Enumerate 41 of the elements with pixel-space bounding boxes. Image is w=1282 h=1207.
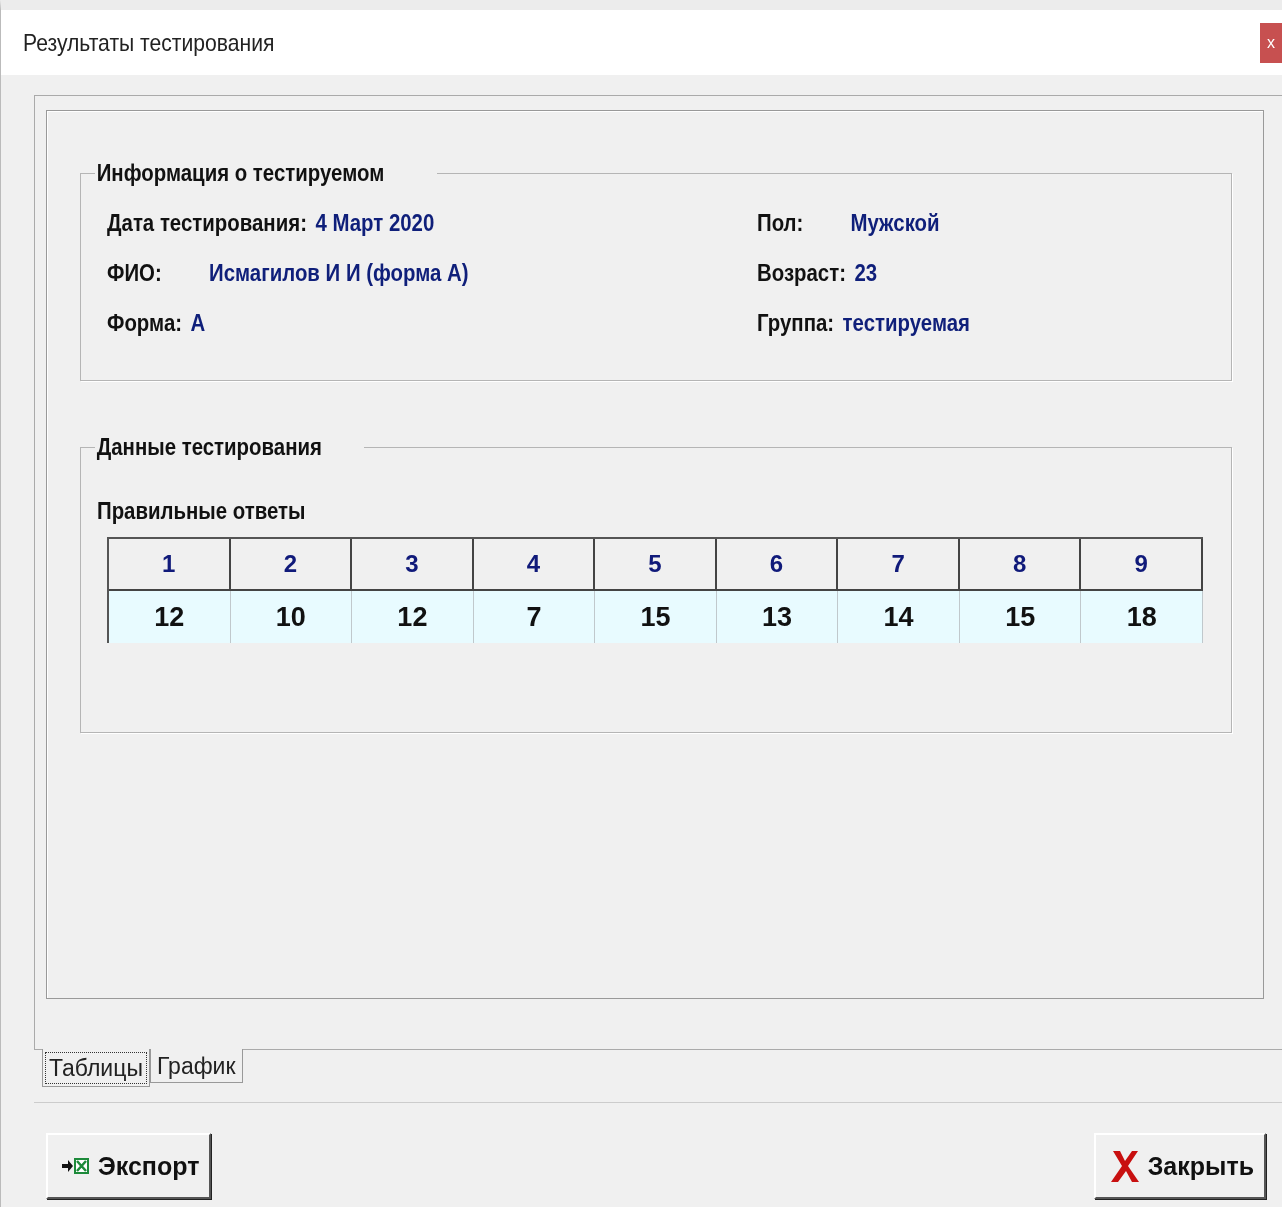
close-button[interactable]: Закрыть (1093, 1133, 1266, 1199)
group-title: Данные тестирования (95, 433, 323, 461)
field-value: А (190, 309, 206, 337)
table-cell: 12 (352, 591, 474, 643)
table-cell: 14 (838, 591, 960, 643)
table-cell: 10 (230, 591, 353, 643)
field-value: Исмагилов И И (форма А) (209, 259, 469, 287)
table-title: Правильные ответы (97, 497, 307, 525)
table-cell: 18 (1081, 591, 1203, 643)
column-header: 8 (959, 539, 1082, 591)
table-cell: 12 (109, 591, 231, 643)
field-label: ФИО: (107, 259, 163, 287)
column-header: 1 (109, 539, 231, 591)
tab[interactable]: Таблицы (42, 1049, 150, 1087)
field-label: Возраст: (757, 259, 846, 287)
window-title: Результаты тестирования (23, 28, 275, 57)
field-label: Группа: (757, 309, 835, 337)
column-header: 4 (473, 539, 596, 591)
column-header: 9 (1081, 539, 1203, 591)
table-cell: 15 (959, 591, 1082, 643)
table-cell: 15 (595, 591, 717, 643)
column-header: 6 (716, 539, 839, 591)
export-icon (62, 1156, 90, 1176)
column-header: 3 (352, 539, 474, 591)
table-cell: 7 (473, 591, 596, 643)
export-button[interactable]: Экспорт (46, 1133, 212, 1199)
tab[interactable]: График (149, 1049, 243, 1083)
close-button[interactable]: x (1260, 22, 1282, 63)
field-value: 4 Март 2020 (315, 209, 435, 237)
field-label: Форма: (107, 309, 183, 337)
group-title: Информация о тестируемом (95, 159, 386, 187)
column-header: 5 (595, 539, 717, 591)
table-cell: 13 (716, 591, 839, 643)
field-value: 23 (854, 259, 878, 287)
column-header: 2 (230, 539, 353, 591)
column-header: 7 (838, 539, 960, 591)
field-label: Пол: (757, 209, 805, 237)
cross-icon (1109, 1149, 1140, 1183)
field-value: тестируемая (842, 309, 970, 337)
field-label: Дата тестирования: (107, 209, 307, 237)
field-value: Мужской (850, 209, 940, 237)
